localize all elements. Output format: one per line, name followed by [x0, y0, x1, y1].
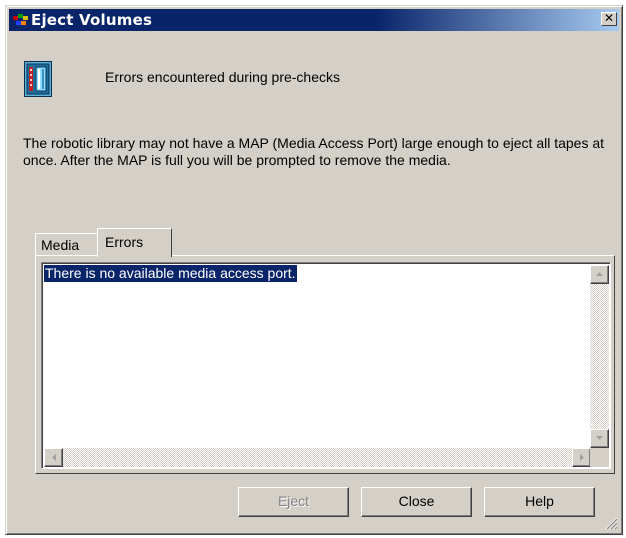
scroll-up-button[interactable]	[590, 265, 609, 284]
errors-tab-panel: There is no available media access port.	[35, 255, 615, 474]
description-text: The robotic library may not have a MAP (…	[23, 135, 605, 168]
vertical-scrollbar[interactable]	[590, 265, 609, 448]
app-icon	[13, 14, 28, 25]
scroll-left-button[interactable]	[44, 448, 63, 467]
eject-button[interactable]: Eject	[238, 487, 349, 517]
close-window-button[interactable]: ✕	[601, 12, 617, 26]
tab-errors[interactable]: Errors	[97, 228, 172, 257]
scroll-right-button[interactable]	[572, 448, 591, 467]
arrow-left-icon	[52, 454, 56, 461]
resize-grip-icon[interactable]	[605, 517, 618, 530]
tape-library-icon	[24, 61, 52, 97]
errors-list[interactable]: There is no available media access port.	[41, 262, 611, 469]
scroll-down-button[interactable]	[590, 429, 609, 448]
list-item[interactable]: There is no available media access port.	[43, 264, 298, 283]
help-button[interactable]: Help	[484, 487, 595, 517]
arrow-right-icon	[580, 454, 584, 461]
eject-volumes-dialog: Eject Volumes ✕ Errors encountered durin…	[5, 5, 623, 535]
scrollbar-corner	[590, 448, 609, 467]
header-message: Errors encountered during pre-checks	[105, 69, 341, 85]
arrow-down-icon	[596, 436, 603, 440]
close-icon: ✕	[603, 11, 615, 25]
tab-media[interactable]: Media	[35, 233, 98, 256]
window-title: Eject Volumes	[31, 11, 153, 29]
close-button[interactable]: Close	[361, 487, 472, 517]
horizontal-scrollbar[interactable]	[44, 448, 591, 467]
arrow-up-icon	[596, 272, 603, 276]
title-bar[interactable]: Eject Volumes ✕	[9, 9, 619, 31]
